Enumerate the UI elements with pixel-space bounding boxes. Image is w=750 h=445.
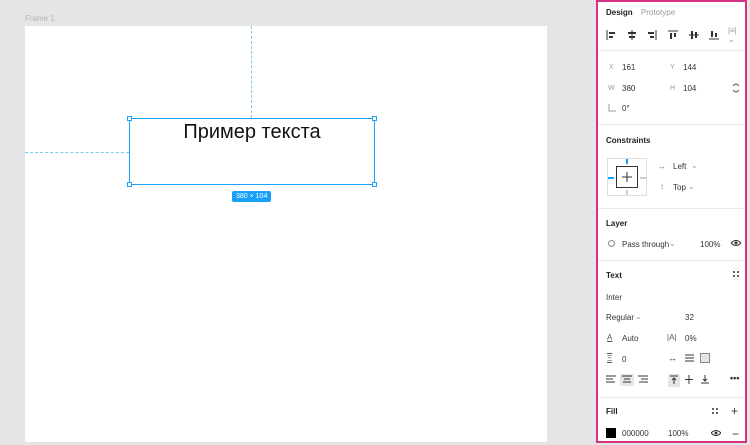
add-fill-icon[interactable]: + — [731, 404, 738, 418]
more-options-icon[interactable]: ••• — [730, 373, 739, 383]
blend-mode-icon — [608, 240, 615, 249]
layer-opacity-input[interactable]: 100% — [700, 240, 720, 249]
constraint-right-bar[interactable] — [640, 177, 646, 179]
fill-opacity-input[interactable]: 100% — [668, 429, 688, 438]
x-input[interactable]: 161 — [622, 63, 635, 72]
divider — [598, 50, 745, 51]
divider — [598, 124, 745, 125]
divider — [598, 397, 745, 398]
text-align-right-icon[interactable] — [638, 375, 648, 385]
letter-spacing-input[interactable]: 0% — [685, 334, 697, 343]
x-label: X — [609, 64, 614, 71]
fill-styles-icon[interactable] — [711, 407, 719, 417]
horizontal-constraint-select[interactable]: Left — [673, 162, 686, 171]
layer-title: Layer — [606, 219, 628, 228]
fill-color-swatch[interactable] — [606, 428, 616, 438]
blend-mode-select[interactable]: Pass through — [622, 240, 669, 249]
letter-spacing-icon: |A| — [667, 333, 677, 342]
horizontal-guide — [25, 152, 129, 153]
vertical-align-bottom-icon[interactable] — [701, 375, 709, 386]
resize-handle-top-right[interactable] — [372, 116, 377, 121]
plus-icon — [622, 172, 632, 182]
frame-label[interactable]: Frame 1 — [25, 14, 55, 23]
resize-handle-top-left[interactable] — [127, 116, 132, 121]
vertical-align-top-icon[interactable] — [668, 374, 680, 387]
tab-prototype[interactable]: Prototype — [641, 8, 675, 17]
horizontal-constraint-icon: ↔ — [658, 162, 666, 171]
sample-text[interactable]: Пример текста — [130, 121, 374, 144]
rotation-icon — [608, 104, 616, 114]
chevron-down-icon: ⌄ — [688, 182, 695, 191]
constraint-left-bar[interactable] — [608, 177, 614, 179]
y-input[interactable]: 144 — [683, 63, 696, 72]
font-family-select[interactable]: Inter — [606, 293, 622, 302]
paragraph-spacing-input[interactable]: 0 — [622, 355, 626, 364]
eye-icon[interactable] — [730, 239, 742, 249]
constraint-bottom-bar[interactable] — [626, 190, 628, 195]
constraints-title: Constraints — [606, 136, 651, 145]
h-input[interactable]: 104 — [683, 84, 696, 93]
paragraph-spacing-icon: Ξ — [607, 354, 613, 363]
constraint-top-bar[interactable] — [626, 159, 628, 164]
panel-tabs: Design Prototype — [606, 8, 681, 17]
font-style-select[interactable]: Regular — [606, 313, 634, 322]
text-title: Text — [606, 271, 622, 280]
y-label: Y — [670, 64, 675, 71]
align-bottom-icon[interactable] — [707, 28, 721, 42]
constraint-widget[interactable] — [607, 158, 647, 196]
fixed-size-icon[interactable] — [700, 353, 710, 363]
h-label: H — [670, 85, 676, 92]
text-styles-icon[interactable] — [732, 270, 740, 280]
fill-hex-input[interactable]: 000000 — [622, 429, 649, 438]
align-left-icon[interactable] — [604, 28, 618, 42]
chevron-down-icon: ⌄ — [691, 161, 698, 170]
w-label: W — [608, 85, 615, 92]
constrain-proportions-icon[interactable] — [732, 82, 740, 96]
line-height-input[interactable]: Auto — [622, 334, 638, 343]
line-height-icon: A — [607, 333, 613, 342]
constraint-inner-box — [616, 166, 638, 188]
font-size-input[interactable]: 32 — [685, 313, 694, 322]
tab-design[interactable]: Design — [606, 8, 633, 17]
auto-height-icon[interactable] — [685, 354, 694, 364]
canvas-area[interactable]: Frame 1 Пример текста 380 × 104 — [0, 0, 596, 445]
rotation-input[interactable]: 0° — [622, 104, 630, 113]
text-align-center-icon[interactable] — [620, 374, 634, 386]
auto-width-icon[interactable]: ↔ — [668, 353, 677, 363]
divider — [598, 260, 745, 261]
selected-text-layer[interactable]: Пример текста — [127, 116, 377, 187]
resize-handle-bottom-right[interactable] — [372, 182, 377, 187]
resize-handle-bottom-left[interactable] — [127, 182, 132, 187]
text-align-left-icon[interactable] — [606, 375, 616, 385]
vertical-align-middle-icon[interactable] — [685, 375, 693, 386]
eye-icon[interactable] — [710, 429, 722, 439]
align-vertical-center-icon[interactable] — [687, 28, 701, 42]
w-input[interactable]: 380 — [622, 84, 635, 93]
fill-title: Fill — [606, 407, 618, 416]
distribute-menu-icon[interactable]: |≡|⌄ — [728, 26, 742, 44]
size-badge: 380 × 104 — [232, 191, 272, 202]
chevron-down-icon: ⌄ — [669, 239, 676, 248]
divider — [598, 208, 745, 209]
vertical-guide — [251, 26, 252, 118]
vertical-constraint-icon: ↕ — [660, 182, 664, 191]
align-horizontal-center-icon[interactable] — [625, 28, 639, 42]
design-panel: Design Prototype |≡|⌄ X 161 Y 144 W 380 … — [596, 0, 747, 443]
chevron-down-icon: ⌄ — [635, 312, 642, 321]
remove-fill-icon[interactable]: − — [732, 427, 739, 441]
frame[interactable] — [25, 26, 547, 442]
align-right-icon[interactable] — [645, 28, 659, 42]
alignment-toolbar: |≡|⌄ — [604, 26, 742, 44]
vertical-constraint-select[interactable]: Top — [673, 183, 686, 192]
align-top-icon[interactable] — [666, 28, 680, 42]
